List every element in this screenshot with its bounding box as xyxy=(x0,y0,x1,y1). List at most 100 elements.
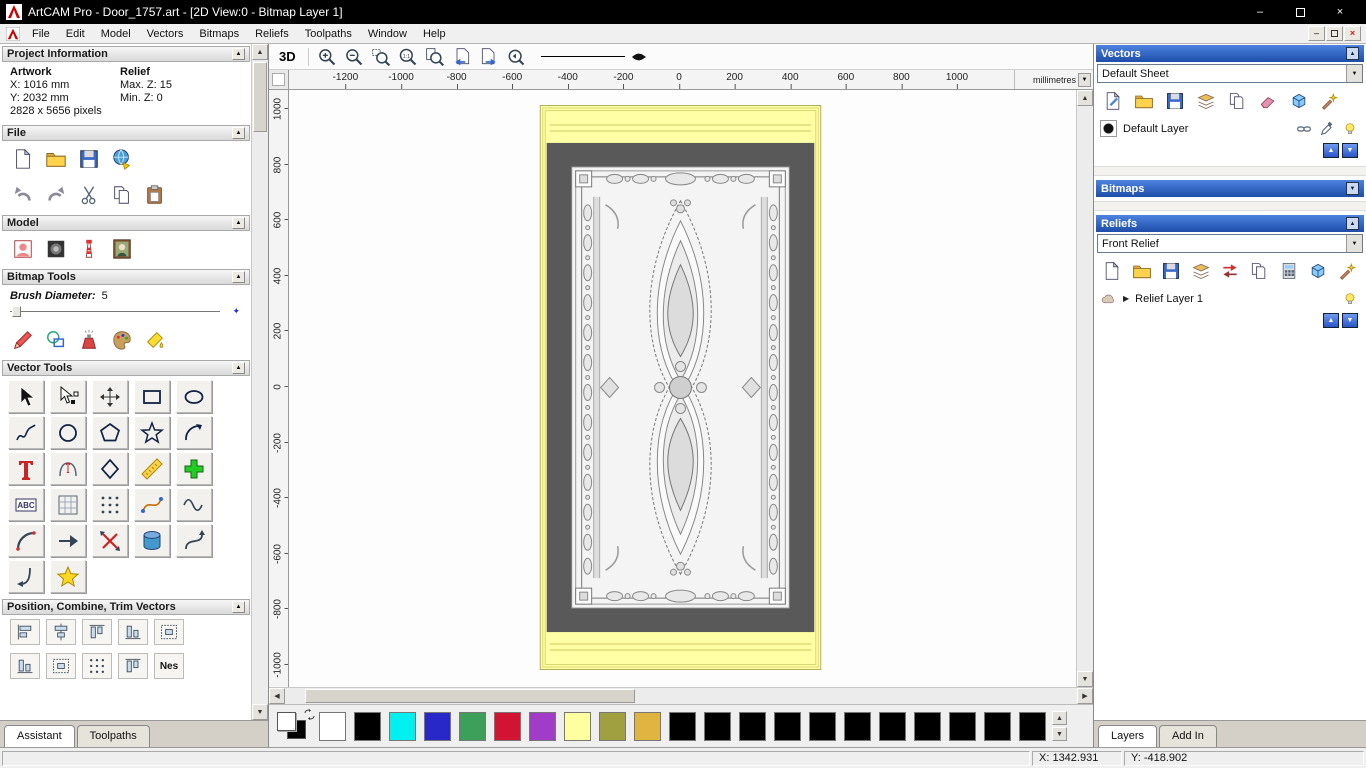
move-layer-up-button[interactable]: ▲ xyxy=(1323,313,1339,328)
layer-wizard-icon[interactable] xyxy=(1317,88,1343,113)
color-swatch[interactable] xyxy=(1019,711,1046,741)
scroll-thumb[interactable] xyxy=(253,62,267,132)
new-relief-layer-icon[interactable] xyxy=(1100,258,1124,283)
merge-relief-icon[interactable] xyxy=(1188,258,1212,283)
ellipse-tool[interactable] xyxy=(176,380,212,413)
scroll-down-button[interactable]: ▼ xyxy=(1077,671,1093,687)
menu-item[interactable]: File xyxy=(24,26,58,42)
collapse-button[interactable]: ▲ xyxy=(232,271,245,283)
polygon-tool[interactable] xyxy=(92,416,128,449)
edit-layer-icon[interactable] xyxy=(1317,119,1337,138)
toggle-3d-view-button[interactable]: 3D xyxy=(273,47,302,66)
color-swatch[interactable] xyxy=(319,711,346,741)
delete-layer-icon[interactable] xyxy=(1255,88,1281,113)
line-fit-tool[interactable] xyxy=(50,524,86,557)
node-editing-tool[interactable] xyxy=(50,380,86,413)
expand-bitmaps-button[interactable]: ▼ xyxy=(1346,182,1359,195)
relief-select[interactable]: Front Relief ▼ xyxy=(1097,234,1363,253)
maximize-button[interactable] xyxy=(1280,1,1320,23)
menu-item[interactable]: Model xyxy=(93,26,139,42)
open-vector-layer-icon[interactable] xyxy=(1131,88,1157,113)
close-button[interactable]: × xyxy=(1320,1,1360,23)
color-swatch[interactable] xyxy=(389,711,416,741)
menu-item[interactable]: Edit xyxy=(58,26,93,42)
close-vector-tool[interactable] xyxy=(8,560,44,593)
color-swatch[interactable] xyxy=(704,711,731,741)
align-centre-tool[interactable] xyxy=(46,619,76,645)
fit-arcs-tool[interactable] xyxy=(134,488,170,521)
text-tool[interactable] xyxy=(8,452,44,485)
sheet-select[interactable]: Default Sheet ▼ xyxy=(1097,64,1363,83)
minimize-button[interactable]: – xyxy=(1240,1,1280,23)
align-centres-tool[interactable] xyxy=(154,619,184,645)
color-swatch[interactable] xyxy=(564,711,591,741)
scroll-thumb[interactable] xyxy=(305,689,635,703)
scroll-right-button[interactable]: ▶ xyxy=(1077,688,1093,704)
mdi-minimize-button[interactable]: – xyxy=(1308,26,1325,41)
paint-pencil-icon[interactable] xyxy=(8,325,38,355)
combine-union-tool[interactable] xyxy=(10,653,40,679)
copy-relief-icon[interactable] xyxy=(1247,258,1271,283)
palette-up-button[interactable]: ▲ xyxy=(1052,711,1067,725)
primary-secondary-colors[interactable] xyxy=(273,708,319,744)
toggle-all-icon[interactable] xyxy=(1286,88,1312,113)
horizontal-scrollbar[interactable]: ◀ ▶ xyxy=(269,687,1093,704)
brush-diameter-slider[interactable]: ✦ xyxy=(10,304,242,320)
previous-bitmap-layer-icon[interactable] xyxy=(450,45,475,68)
combine-subtract-tool[interactable] xyxy=(46,653,76,679)
relief-wizard-icon[interactable] xyxy=(1336,258,1360,283)
scroll-down-button[interactable]: ▼ xyxy=(252,704,268,720)
fit-beziers-tool[interactable] xyxy=(176,488,212,521)
measure-tool[interactable] xyxy=(134,452,170,485)
menu-item[interactable]: Toolpaths xyxy=(297,26,360,42)
door-artwork[interactable] xyxy=(539,105,822,670)
save-vector-layer-icon[interactable] xyxy=(1162,88,1188,113)
zoom-fit-icon[interactable] xyxy=(423,45,448,68)
load-image-icon[interactable] xyxy=(107,234,137,264)
palette-down-button[interactable]: ▼ xyxy=(1052,727,1067,741)
menu-item[interactable]: Reliefs xyxy=(247,26,297,42)
collapse-button[interactable]: ▲ xyxy=(232,217,245,229)
expand-relief-layer-icon[interactable]: ▶ xyxy=(1123,294,1129,303)
color-swatch[interactable] xyxy=(669,711,696,741)
offset-tool[interactable] xyxy=(134,524,170,557)
colour-palette-icon[interactable] xyxy=(107,325,137,355)
panel-tab[interactable]: Toolpaths xyxy=(76,725,150,747)
vector-doctor-tool[interactable] xyxy=(50,560,86,593)
next-bitmap-layer-icon[interactable] xyxy=(477,45,502,68)
open-relief-layer-icon[interactable] xyxy=(1129,258,1153,283)
align-top-tool[interactable] xyxy=(82,619,112,645)
align-bottom-tool[interactable] xyxy=(118,619,148,645)
dropdown-arrow-icon[interactable]: ▼ xyxy=(1346,235,1362,252)
redo-icon[interactable] xyxy=(41,180,71,210)
flood-fill-icon[interactable] xyxy=(140,325,170,355)
copy-layer-icon[interactable] xyxy=(1224,88,1250,113)
zoom-previous-icon[interactable] xyxy=(504,45,529,68)
save-relief-layer-icon[interactable] xyxy=(1159,258,1183,283)
export-model-icon[interactable] xyxy=(107,144,137,174)
color-swatch[interactable] xyxy=(739,711,766,741)
adjust-model-icon[interactable] xyxy=(8,234,38,264)
arc-fit-tool[interactable] xyxy=(8,524,44,557)
relief-cube-icon[interactable] xyxy=(1306,258,1330,283)
polyline-tool[interactable] xyxy=(8,416,44,449)
menu-item[interactable]: Window xyxy=(360,26,415,42)
zoom-out-icon[interactable] xyxy=(342,45,367,68)
scatter-tool[interactable] xyxy=(118,653,148,679)
zoom-in-icon[interactable] xyxy=(315,45,340,68)
menu-item[interactable]: Bitmaps xyxy=(191,26,247,42)
color-swatch[interactable] xyxy=(949,711,976,741)
move-layer-down-button[interactable]: ▼ xyxy=(1342,143,1358,158)
scroll-up-button[interactable]: ▲ xyxy=(252,44,268,60)
mdi-close-button[interactable]: × xyxy=(1344,26,1361,41)
spline-tool[interactable] xyxy=(176,524,212,557)
vertical-scrollbar[interactable]: ▲ ▼ xyxy=(1076,90,1093,687)
primary-color-swatch[interactable] xyxy=(277,712,296,731)
color-swatch[interactable] xyxy=(599,711,626,741)
invert-model-icon[interactable] xyxy=(41,234,71,264)
color-swatch[interactable] xyxy=(984,711,1011,741)
move-layer-up-button[interactable]: ▲ xyxy=(1323,143,1339,158)
menu-item[interactable]: Help xyxy=(415,26,454,42)
zoom-1to1-icon[interactable] xyxy=(396,45,421,68)
move-layer-down-button[interactable]: ▼ xyxy=(1342,313,1358,328)
